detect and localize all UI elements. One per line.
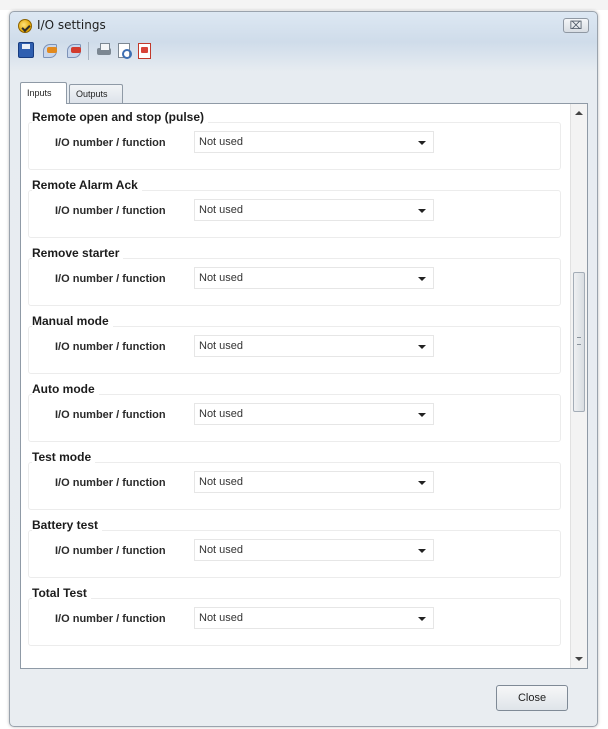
io-function-dropdown[interactable]: Not used — [194, 403, 434, 425]
dropdown-value: Not used — [199, 136, 244, 148]
io-function-dropdown[interactable]: Not used — [194, 131, 434, 153]
io-function-dropdown[interactable]: Not used — [194, 539, 434, 561]
dropdown-value: Not used — [199, 476, 244, 488]
input-section: Auto mode I/O number / function Not used — [28, 382, 561, 450]
input-section: Test mode I/O number / function Not used — [28, 450, 561, 518]
io-function-dropdown[interactable]: Not used — [194, 267, 434, 289]
input-section: Remote open and stop (pulse) I/O number … — [28, 110, 561, 178]
io-function-label: I/O number / function — [55, 273, 166, 285]
inputs-list: Remote open and stop (pulse) I/O number … — [21, 104, 569, 668]
chevron-down-icon — [418, 209, 426, 213]
input-section: Total Test I/O number / function Not use… — [28, 586, 561, 654]
dropdown-value: Not used — [199, 340, 244, 352]
io-function-dropdown[interactable]: Not used — [194, 335, 434, 357]
section-title: Total Test — [32, 586, 91, 600]
io-function-label: I/O number / function — [55, 613, 166, 625]
close-icon: ⌧ — [569, 20, 583, 32]
close-button[interactable]: Close — [496, 685, 568, 711]
dropdown-value: Not used — [199, 544, 244, 556]
io-function-dropdown[interactable]: Not used — [194, 199, 434, 221]
chevron-down-icon — [418, 413, 426, 417]
export-icon[interactable] — [66, 42, 82, 58]
section-title: Remove starter — [32, 246, 124, 260]
inputs-panel: Remote open and stop (pulse) I/O number … — [20, 103, 588, 669]
pdf-icon[interactable] — [136, 42, 152, 59]
desktop-background — [0, 0, 608, 10]
io-settings-dialog: I/O settings ⌧ Inputs Outputs Remote ope… — [9, 11, 598, 727]
io-function-label: I/O number / function — [55, 545, 166, 557]
vertical-scrollbar[interactable] — [570, 104, 587, 668]
chevron-down-icon — [418, 277, 426, 281]
io-function-label: I/O number / function — [55, 341, 166, 353]
dropdown-value: Not used — [199, 408, 244, 420]
io-function-dropdown[interactable]: Not used — [194, 607, 434, 629]
section-title: Auto mode — [32, 382, 99, 396]
input-section: Battery test I/O number / function Not u… — [28, 518, 561, 586]
chevron-down-icon — [418, 549, 426, 553]
import-icon[interactable] — [42, 42, 58, 58]
chevron-down-icon — [418, 345, 426, 349]
title-bar: I/O settings ⌧ — [10, 12, 597, 40]
section-title: Remote Alarm Ack — [32, 178, 142, 192]
input-section: Remote Alarm Ack I/O number / function N… — [28, 178, 561, 246]
section-title: Remote open and stop (pulse) — [32, 110, 209, 124]
app-icon — [18, 19, 32, 33]
io-function-label: I/O number / function — [55, 137, 166, 149]
tab-outputs[interactable]: Outputs — [69, 84, 123, 103]
scroll-up-icon[interactable] — [575, 111, 583, 115]
io-function-label: I/O number / function — [55, 409, 166, 421]
chevron-down-icon — [418, 141, 426, 145]
dropdown-value: Not used — [199, 612, 244, 624]
dropdown-value: Not used — [199, 272, 244, 284]
window-close-button[interactable]: ⌧ — [563, 18, 589, 33]
print-preview-icon[interactable] — [116, 42, 132, 59]
section-title: Test mode — [32, 450, 96, 464]
chevron-down-icon — [418, 617, 426, 621]
section-title: Manual mode — [32, 314, 113, 328]
io-function-label: I/O number / function — [55, 477, 166, 489]
io-function-dropdown[interactable]: Not used — [194, 471, 434, 493]
chevron-down-icon — [418, 481, 426, 485]
save-icon[interactable] — [18, 42, 34, 58]
scroll-down-icon[interactable] — [575, 657, 583, 661]
section-title: Battery test — [32, 518, 103, 532]
dropdown-value: Not used — [199, 204, 244, 216]
scrollbar-thumb[interactable] — [573, 272, 585, 412]
tab-inputs[interactable]: Inputs — [20, 82, 67, 104]
print-icon[interactable] — [96, 42, 112, 58]
window-title: I/O settings — [37, 18, 106, 32]
input-section: Manual mode I/O number / function Not us… — [28, 314, 561, 382]
toolbar-separator — [88, 42, 89, 60]
io-function-label: I/O number / function — [55, 205, 166, 217]
input-section: Remove starter I/O number / function Not… — [28, 246, 561, 314]
